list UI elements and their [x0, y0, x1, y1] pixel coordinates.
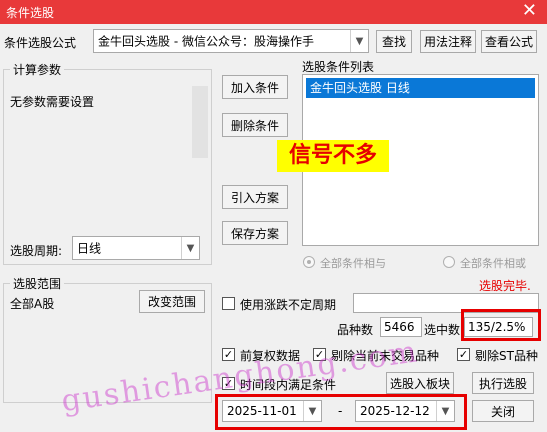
condition-list-item[interactable]: 金牛回头选股 日线 — [306, 78, 535, 98]
period-label: 选股周期: — [10, 244, 63, 258]
exclude-untraded-checkbox[interactable]: ✓ — [313, 348, 326, 361]
variable-period-checkbox[interactable] — [222, 297, 235, 310]
formula-selected-value: 金牛回头选股 - 微信公众号：股海操作手 — [98, 34, 314, 49]
import-plan-button[interactable]: 引入方案 — [222, 185, 288, 209]
exclude-untraded-label: 剔除当前未交易品种 — [331, 349, 440, 363]
date-highlight-box — [215, 394, 467, 430]
close-button[interactable]: 关闭 — [472, 400, 534, 422]
find-button[interactable]: 查找 — [376, 30, 412, 53]
and-radio-label: 全部条件相与 — [320, 257, 386, 270]
stock-count-value: 5466 — [380, 317, 422, 337]
or-radio-label: 全部条件相或 — [460, 257, 526, 270]
signal-annotation: 信号不多 — [277, 140, 389, 172]
exclude-st-checkbox[interactable]: ✓ — [457, 348, 470, 361]
formula-select[interactable]: 金牛回头选股 - 微信公众号：股海操作手 ▼ — [93, 29, 369, 53]
period-select[interactable]: 日线 ▼ — [72, 236, 200, 260]
params-scrollbar[interactable] — [192, 86, 208, 158]
selected-count-label: 选中数 — [424, 323, 461, 337]
params-group-title: 计算参数 — [10, 61, 65, 78]
usage-notes-button[interactable]: 用法注释 — [420, 30, 476, 53]
chevron-down-icon[interactable]: ▼ — [181, 237, 199, 259]
close-icon[interactable]: ✕ — [522, 1, 537, 21]
variable-period-label: 使用涨跌不定周期 — [240, 298, 337, 312]
delete-condition-button[interactable]: 删除条件 — [222, 113, 288, 137]
adjusted-data-checkbox[interactable]: ✓ — [222, 348, 235, 361]
scope-value: 全部A股 — [10, 297, 55, 311]
or-radio[interactable] — [443, 256, 455, 268]
change-scope-button[interactable]: 改变范围 — [139, 290, 205, 313]
status-text: 选股完毕. — [479, 279, 531, 293]
exclude-st-label: 剔除ST品种 — [475, 349, 538, 363]
add-condition-button[interactable]: 加入条件 — [222, 75, 288, 99]
title-bar: 条件选股 ✕ — [0, 0, 547, 24]
scope-group-title: 选股范围 — [10, 275, 65, 292]
no-params-text: 无参数需要设置 — [10, 95, 95, 109]
execute-selection-button[interactable]: 执行选股 — [472, 372, 534, 394]
add-to-block-button[interactable]: 选股入板块 — [386, 372, 454, 394]
adjusted-data-label: 前复权数据 — [240, 349, 301, 363]
time-range-checkbox[interactable]: ✓ — [222, 377, 235, 390]
formula-label: 条件选股公式 — [4, 36, 77, 50]
stock-count-label: 品种数 — [337, 323, 374, 337]
chevron-down-icon[interactable]: ▼ — [350, 30, 368, 52]
highlight-box — [461, 309, 541, 341]
period-value: 日线 — [77, 241, 102, 256]
and-radio[interactable] — [303, 256, 315, 268]
view-formula-button[interactable]: 查看公式 — [481, 30, 537, 53]
time-range-label: 时间段内满足条件 — [240, 378, 337, 392]
window-title: 条件选股 — [6, 6, 55, 20]
condition-list-title: 选股条件列表 — [302, 60, 375, 74]
save-plan-button[interactable]: 保存方案 — [222, 221, 288, 245]
